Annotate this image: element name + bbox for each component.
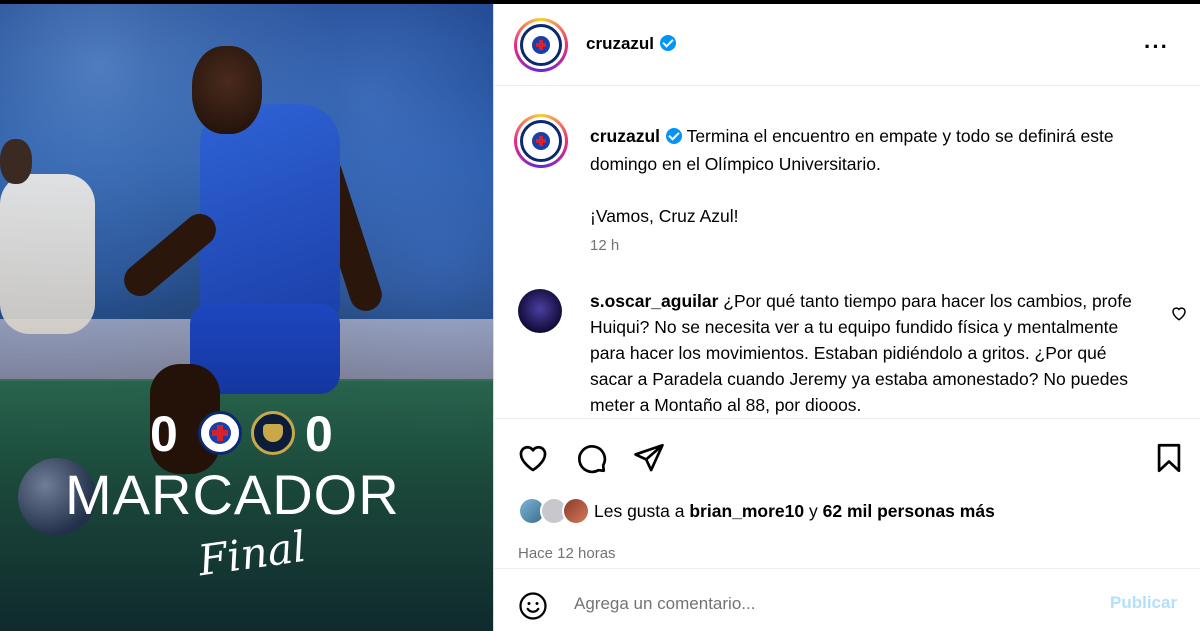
add-comment-bar: Publicar	[494, 568, 1200, 631]
avatar[interactable]	[514, 114, 568, 168]
caption: cruzazul Termina el encuentro en empate …	[590, 122, 1180, 178]
heart-icon[interactable]	[516, 441, 550, 475]
avatar[interactable]	[562, 497, 590, 525]
like-comment-icon[interactable]	[1170, 304, 1188, 322]
scoreboard: 0 0	[150, 409, 350, 459]
post-image[interactable]: 0 0 MARCADOR Final	[0, 4, 493, 631]
pumas-crest-icon	[251, 411, 295, 455]
post-timestamp[interactable]: Hace 12 horas	[518, 545, 616, 562]
comments-area: cruzazul Termina el encuentro en empate …	[494, 86, 1200, 416]
likes-count[interactable]: 62 mil personas más	[823, 501, 995, 521]
header-username[interactable]: cruzazul	[586, 34, 677, 54]
cruz-azul-crest-icon	[198, 411, 242, 455]
caption-time[interactable]: 12 h	[590, 237, 619, 254]
more-options-icon[interactable]: ···	[1144, 34, 1169, 60]
player-head	[192, 46, 262, 134]
verified-badge-icon	[660, 35, 677, 51]
comment-username[interactable]: s.oscar_aguilar	[590, 291, 718, 311]
opponent-player	[0, 174, 95, 334]
post-header: cruzazul ···	[494, 4, 1200, 86]
comment-icon[interactable]	[574, 441, 608, 475]
share-icon[interactable]	[632, 441, 666, 475]
likes-summary: Les gusta a brian_more10 y 62 mil person…	[594, 501, 995, 522]
avatar[interactable]	[514, 18, 568, 72]
caption-username[interactable]: cruzazul	[590, 126, 660, 146]
opponent-head	[0, 139, 32, 184]
caption-text-line2: ¡Vamos, Cruz Azul!	[590, 206, 739, 226]
image-headline: MARCADOR	[65, 463, 400, 526]
comment: s.oscar_aguilar ¿Por qué tanto tiempo pa…	[590, 288, 1142, 418]
avatar[interactable]	[518, 289, 562, 333]
comment-input[interactable]	[574, 589, 1094, 619]
verified-badge-icon	[666, 128, 683, 144]
action-bar: Les gusta a brian_more10 y 62 mil person…	[494, 418, 1200, 568]
likes-user[interactable]: brian_more10	[689, 501, 804, 521]
likes-prefix: Les gusta a	[594, 501, 690, 521]
publish-button[interactable]: Publicar	[1110, 593, 1177, 613]
likes-mid: y	[804, 501, 823, 521]
score-away: 0	[305, 406, 333, 462]
username-text[interactable]: cruzazul	[586, 34, 654, 53]
player-jersey	[200, 104, 340, 324]
bookmark-icon[interactable]	[1152, 441, 1186, 475]
emoji-icon[interactable]	[518, 591, 548, 621]
post-detail-panel: cruzazul ··· cruzazul Termina el encuent…	[493, 4, 1200, 631]
score-home: 0	[150, 406, 178, 462]
